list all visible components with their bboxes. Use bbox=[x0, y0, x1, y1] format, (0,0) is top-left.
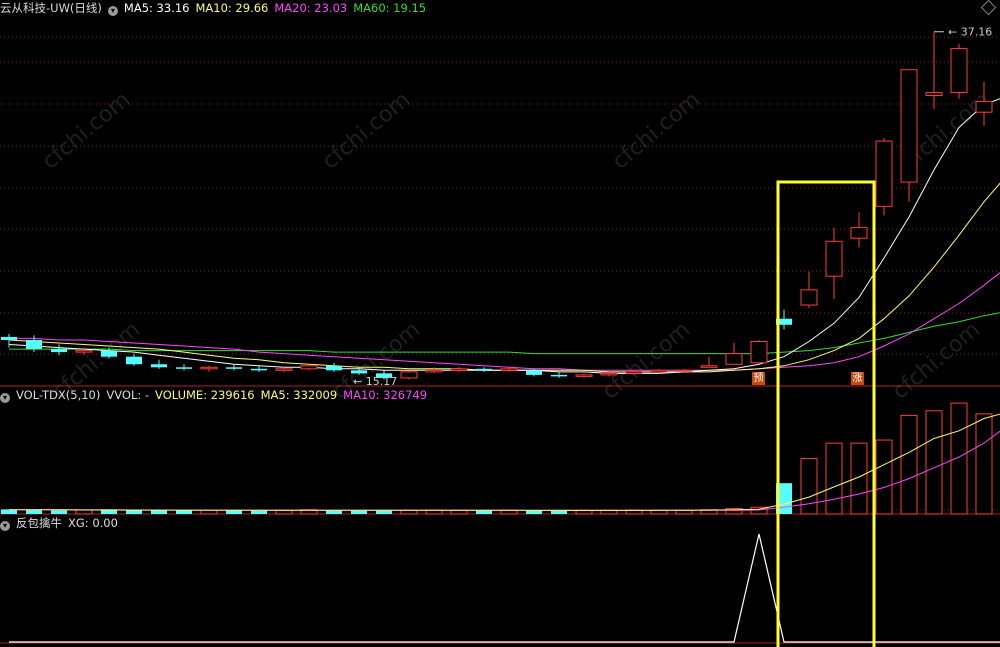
volume-bar bbox=[850, 442, 868, 515]
vol-ma10-label: MA10: 326749 bbox=[343, 388, 428, 402]
ma10-label: MA10: 29.66 bbox=[195, 1, 269, 15]
chevron-down-icon[interactable]: ▾ bbox=[107, 6, 118, 16]
xg-label: XG: 0.00 bbox=[68, 516, 118, 530]
candle-body bbox=[900, 69, 918, 183]
volume-bar bbox=[450, 509, 468, 515]
candle-body bbox=[200, 366, 218, 370]
volume-bar bbox=[275, 509, 293, 515]
candle-body bbox=[176, 367, 192, 369]
candle-body bbox=[1, 336, 17, 340]
watermark-layer: cfchi.com cfchi.com cfchi.com cfchi.com cfch… bbox=[38, 87, 995, 404]
candle-body bbox=[251, 368, 267, 371]
volume-bar bbox=[975, 413, 993, 515]
volume-bar bbox=[26, 509, 42, 514]
candle-body bbox=[26, 339, 42, 350]
volume-bar bbox=[925, 410, 943, 515]
chart-canvas: cfchi.com cfchi.com cfchi.com cfchi.com cfch… bbox=[0, 26, 1000, 647]
vol-title: VOL-TDX(5,10) bbox=[16, 388, 101, 402]
candle-body bbox=[400, 371, 418, 379]
xg-line bbox=[9, 533, 1000, 643]
volume-bar bbox=[950, 402, 968, 515]
candle-body bbox=[875, 140, 893, 207]
volume-bar bbox=[875, 439, 893, 515]
high-price-label: ← 37.16 bbox=[948, 26, 992, 39]
candle-body bbox=[950, 47, 968, 93]
candle-body bbox=[600, 372, 618, 376]
candle-body bbox=[700, 365, 718, 368]
low-price-label: ← 15.17 bbox=[353, 375, 397, 388]
volume-bar bbox=[900, 414, 918, 515]
chevron-down-icon[interactable]: ▾ bbox=[0, 393, 10, 403]
candle-body bbox=[725, 353, 743, 365]
volume-bar bbox=[800, 458, 818, 515]
volume-bar bbox=[351, 510, 367, 514]
watermark-text: cfchi.com bbox=[318, 87, 415, 174]
indicator-header: ▾ 反包擒牛 XG: 0.00 bbox=[0, 515, 124, 531]
candle-body bbox=[800, 289, 818, 306]
candles bbox=[1, 31, 993, 380]
volume-bar bbox=[51, 510, 67, 514]
ma10-line bbox=[8, 182, 1000, 373]
volume-bar bbox=[151, 510, 167, 514]
candle-body bbox=[151, 364, 167, 368]
candle-body bbox=[476, 368, 492, 371]
candle-body bbox=[226, 367, 242, 369]
candle-body bbox=[500, 368, 518, 371]
volume-bar bbox=[500, 509, 518, 515]
candle-body bbox=[75, 350, 93, 353]
watermark-text: cfchi.com bbox=[608, 87, 705, 174]
candle-body bbox=[275, 368, 293, 371]
volume-bar bbox=[176, 510, 192, 514]
candle-body bbox=[750, 340, 768, 364]
candle-body bbox=[925, 91, 943, 97]
candle-body bbox=[101, 350, 117, 357]
vvol-label: VVOL: - bbox=[106, 388, 150, 402]
xg-indicator-line bbox=[9, 533, 1000, 643]
tag-pre: 预 bbox=[752, 372, 765, 385]
chevron-down-icon[interactable]: ▾ bbox=[0, 521, 10, 531]
volume-label: VOLUME: 239616 bbox=[155, 388, 255, 402]
tag-up: 涨 bbox=[851, 372, 864, 385]
price-header: 云从科技-UW(日线) ▾ MA5: 33.16 MA10: 29.66 MA20: 2… bbox=[0, 0, 432, 16]
volume-bar bbox=[825, 442, 843, 515]
grid-lines bbox=[0, 36, 1000, 644]
volume-bar bbox=[326, 510, 342, 514]
volume-bar bbox=[675, 509, 693, 515]
candle-body bbox=[425, 369, 443, 373]
volume-bars bbox=[1, 402, 993, 515]
ma20-label: MA20: 23.03 bbox=[274, 1, 348, 15]
candle-body bbox=[625, 371, 643, 374]
indicator-title: 反包擒牛 bbox=[16, 516, 62, 530]
volume-bar bbox=[400, 509, 418, 515]
volume-bar bbox=[551, 510, 567, 514]
vol-ma5-label: MA5: 332009 bbox=[260, 388, 338, 402]
candle-body bbox=[650, 369, 668, 373]
candle-body bbox=[351, 370, 367, 374]
candle-body bbox=[126, 356, 142, 365]
volume-bar bbox=[476, 510, 492, 514]
watermark-text: cfchi.com bbox=[598, 317, 695, 404]
volume-bar bbox=[251, 510, 267, 514]
candle-body bbox=[850, 227, 868, 239]
candle-body bbox=[450, 368, 468, 371]
candle-body bbox=[326, 365, 342, 371]
candle-body bbox=[51, 349, 67, 353]
volume-header: ▾ VOL-TDX(5,10) VVOL: - VOLUME: 239616 MA5: … bbox=[0, 387, 433, 403]
volume-bar bbox=[526, 510, 542, 514]
candle-body bbox=[825, 240, 843, 277]
ma60-label: MA60: 19.15 bbox=[353, 1, 427, 15]
stock-title: 云从科技-UW(日线) bbox=[0, 1, 102, 15]
candle-body bbox=[975, 101, 993, 113]
candle-body bbox=[526, 370, 542, 375]
candle-body bbox=[575, 374, 593, 377]
candle-body bbox=[675, 369, 693, 372]
candle-body bbox=[551, 374, 567, 377]
volume-bar bbox=[75, 509, 93, 515]
watermark-text: cfchi.com bbox=[38, 87, 135, 174]
ma5-label: MA5: 33.16 bbox=[123, 1, 190, 15]
volume-bar bbox=[650, 509, 668, 515]
watermark-text: cfchi.com bbox=[888, 317, 985, 404]
volume-bar bbox=[226, 510, 242, 514]
candle-body bbox=[300, 365, 318, 370]
